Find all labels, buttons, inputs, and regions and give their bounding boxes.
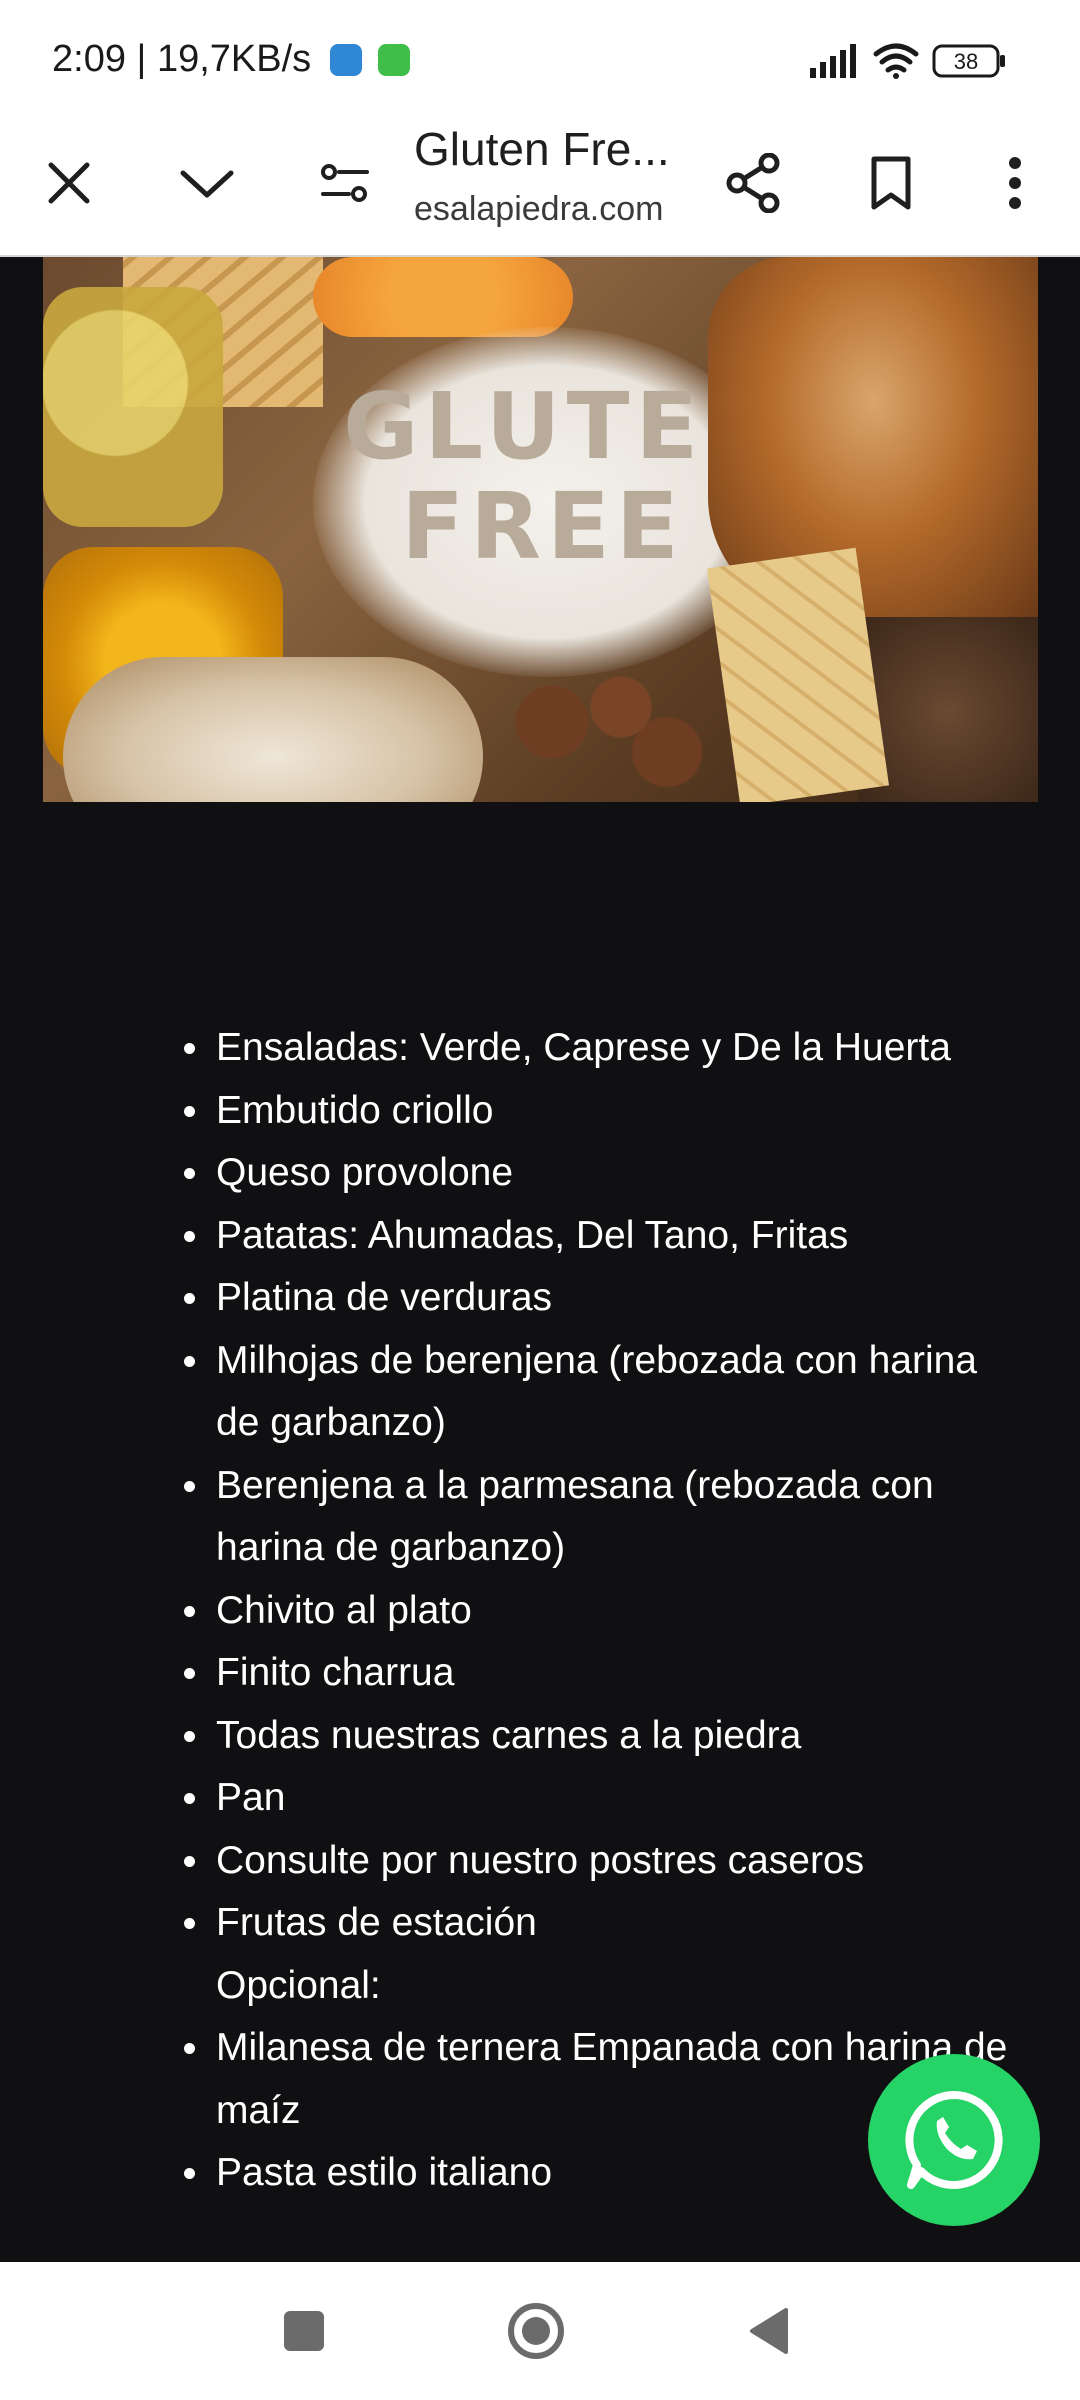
chips-decoration <box>313 257 573 337</box>
list-item-text: Opcional: <box>216 1963 381 2007</box>
bullet-icon <box>184 2168 195 2179</box>
bullet-icon <box>184 1168 195 1179</box>
list-subheading: Opcional: <box>0 1955 1080 2018</box>
list-item: Platina de verduras <box>0 1267 1080 1330</box>
bullet-icon <box>184 1043 195 1054</box>
back-button[interactable] <box>708 2262 828 2400</box>
list-item-text: Queso provolone <box>216 1151 514 1194</box>
bullet-icon <box>184 1355 195 1367</box>
list-item: Ensaladas: Verde, Caprese y De la Huerta <box>0 1017 1080 1080</box>
bullet-icon <box>184 1855 195 1867</box>
status-indicators: 38 <box>810 40 1040 80</box>
bullet-icon <box>184 1605 195 1617</box>
list-item: Chivito al plato <box>0 1580 1080 1643</box>
bookmark-icon <box>871 156 911 209</box>
bullet-icon <box>184 1668 195 1679</box>
back-triangle-icon <box>750 2308 788 2354</box>
close-button[interactable] <box>14 110 124 255</box>
chevron-down-icon <box>180 170 234 197</box>
close-icon <box>48 162 90 203</box>
list-item-text: Finito charrua <box>216 1651 455 1694</box>
bookmark-button[interactable] <box>836 110 946 255</box>
share-icon <box>726 152 780 213</box>
list-item: Patatas: Ahumadas, Del Tano, Fritas <box>0 1205 1080 1268</box>
bullet-icon <box>184 2043 195 2054</box>
list-item: Frutas de estación <box>0 1892 1080 1955</box>
hero-image-text: GLUTEN FREE <box>343 373 788 580</box>
rice-crackers-decoration <box>43 287 223 527</box>
page-settings-button[interactable] <box>290 110 400 255</box>
list-item-text: Todas nuestras carnes a la piedra <box>216 1713 802 1757</box>
list-item: Berenjena a la parmesana (rebozada con h… <box>0 1455 1080 1580</box>
wifi-icon <box>873 43 919 79</box>
home-circle-icon <box>508 2303 564 2359</box>
bullet-icon <box>184 1480 195 1492</box>
list-item: Queso provolone <box>0 1142 1080 1205</box>
bullet-icon <box>184 1730 195 1742</box>
bullet-icon <box>184 1793 195 1804</box>
list-item: Todas nuestras carnes a la piedra <box>0 1705 1080 1768</box>
menu-list: Ensaladas: Verde, Caprese y De la Huerta… <box>0 1017 1080 2205</box>
list-item-text: Milhojas de berenjena (rebozada con hari… <box>216 1338 977 1445</box>
share-button[interactable] <box>698 110 808 255</box>
list-item-text: Berenjena a la parmesana (rebozada con h… <box>216 1463 934 1570</box>
list-item-text: Consulte por nuestro postres caseros <box>216 1838 865 1882</box>
whatsapp-icon <box>905 2091 1003 2189</box>
list-item: Embutido criollo <box>0 1080 1080 1143</box>
battery-level: 38 <box>954 49 978 74</box>
status-time: 2:09 | 19,7KB/s <box>52 38 312 80</box>
list-item: Finito charrua <box>0 1642 1080 1705</box>
list-item-text: Ensaladas: Verde, Caprese y De la Huerta <box>216 1026 951 1069</box>
navigation-bar <box>0 2262 1080 2400</box>
list-item-text: Patatas: Ahumadas, Del Tano, Fritas <box>216 1213 849 1257</box>
bullet-icon <box>184 1105 195 1117</box>
android-notification-icon <box>378 44 410 76</box>
page-settings-icon <box>321 163 369 202</box>
app-notification-icon <box>330 44 362 76</box>
whatsapp-button[interactable] <box>868 2054 1040 2226</box>
bullet-icon <box>184 1230 195 1242</box>
bullet-icon <box>184 1918 195 1929</box>
list-item-text: Pasta estilo italiano <box>216 2151 553 2194</box>
minimize-button[interactable] <box>152 110 262 255</box>
gluten-free-image: GLUTEN FREE <box>43 257 1038 802</box>
page-url[interactable]: esalapiedra.com <box>414 190 694 229</box>
list-item-text: Frutas de estación <box>216 1901 537 1944</box>
page-title[interactable]: Gluten Fre... <box>414 122 670 176</box>
baguette-decoration <box>63 657 483 802</box>
list-item-text: Pan <box>216 1776 286 1819</box>
list-item: Milhojas de berenjena (rebozada con hari… <box>0 1330 1080 1455</box>
home-button[interactable] <box>476 2262 596 2400</box>
page-content: GLUTEN FREE Ensaladas: Verde, Caprese y … <box>0 257 1080 2262</box>
battery-icon: 38 <box>932 44 1005 78</box>
more-options-button[interactable] <box>960 110 1070 255</box>
list-item-text: Embutido criollo <box>216 1088 494 1132</box>
status-bar: 2:09 | 19,7KB/s 38 <box>0 0 1080 110</box>
more-vert-icon <box>1009 156 1021 209</box>
list-item-text: Chivito al plato <box>216 1588 472 1632</box>
list-item-text: Platina de verduras <box>216 1276 553 1319</box>
list-item: Consulte por nuestro postres caseros <box>0 1830 1080 1893</box>
list-item: Pan <box>0 1767 1080 1830</box>
bullet-icon <box>184 1293 195 1304</box>
recents-square-icon <box>284 2311 324 2351</box>
signal-icon <box>810 44 856 78</box>
browser-toolbar: Gluten Fre... esalapiedra.com <box>0 110 1080 257</box>
recents-button[interactable] <box>244 2262 364 2400</box>
muffins-decoration <box>483 647 713 797</box>
